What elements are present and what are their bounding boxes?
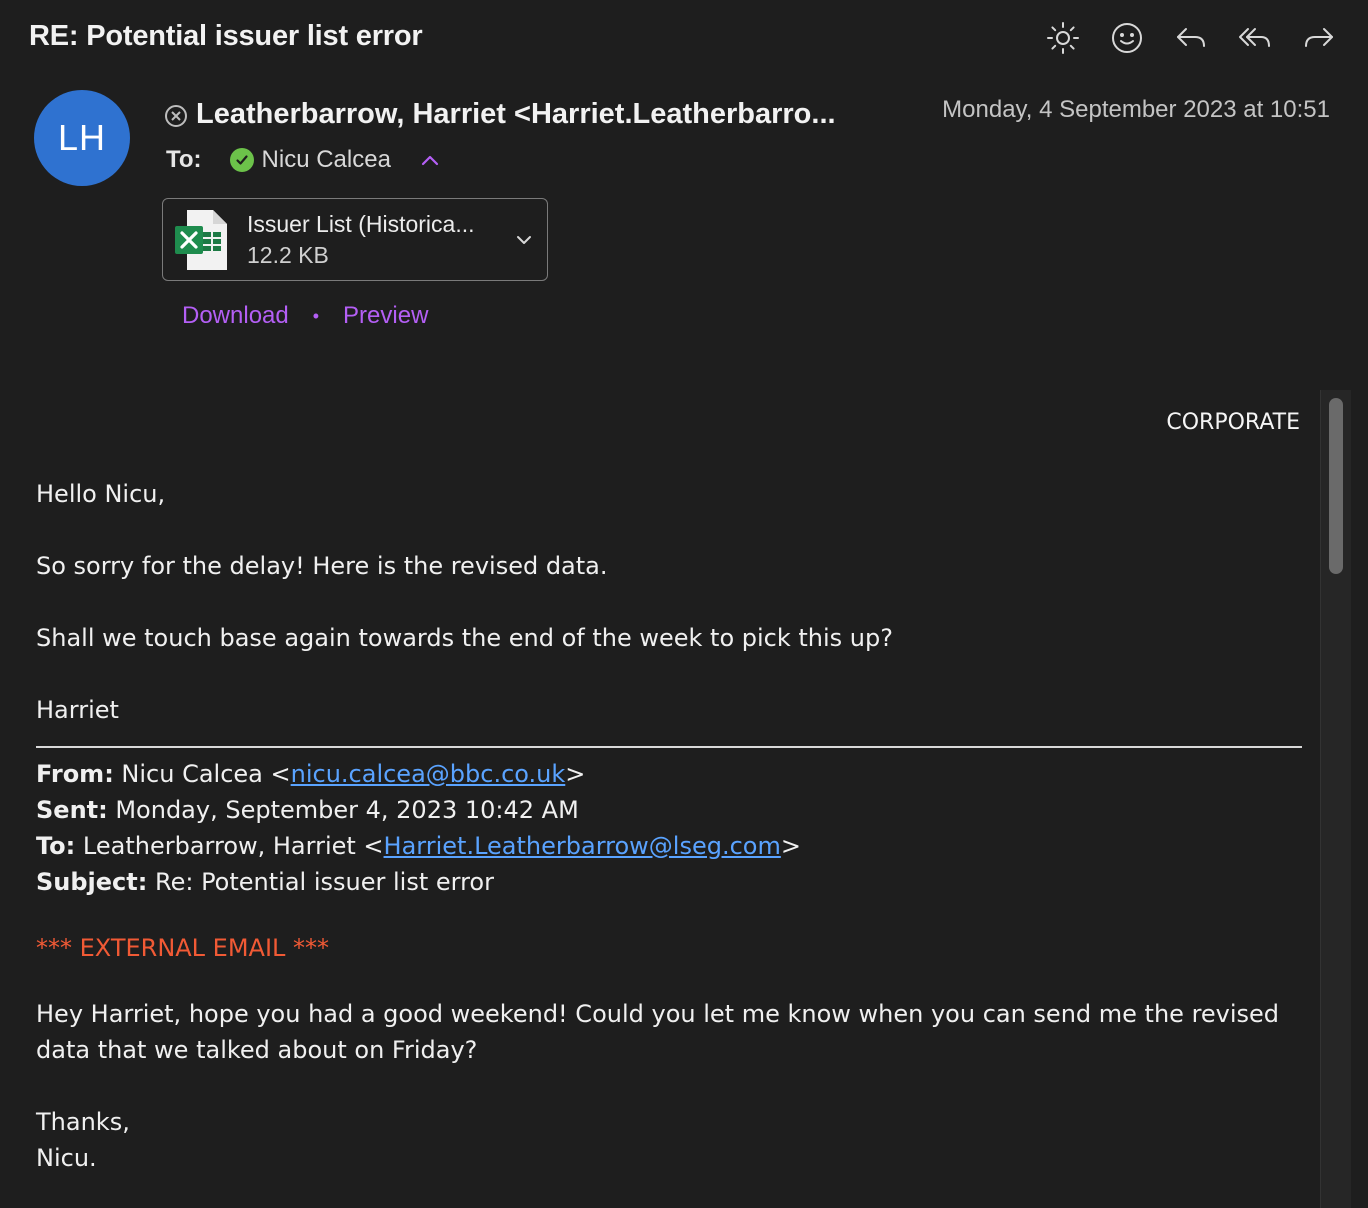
sender-name[interactable]: Leatherbarrow, Harriet <Harriet.Leatherb… (196, 98, 836, 131)
to-email-link[interactable]: Harriet.Leatherbarrow@lseg.com (384, 832, 781, 860)
attachment-size: 12.2 KB (247, 241, 329, 268)
chevron-down-icon[interactable] (513, 229, 535, 251)
attachment-card[interactable]: Issuer List (Historica... 12.2 KB (162, 198, 548, 281)
greeting: Hello Nicu, (36, 480, 166, 508)
from-email-link[interactable]: nicu.calcea@bbc.co.uk (291, 760, 566, 788)
signoff: Harriet (36, 696, 119, 724)
excel-file-icon (173, 208, 229, 272)
quoted-from: From: Nicu Calcea <nicu.calcea@bbc.co.uk… (36, 760, 586, 788)
external-email-warning: *** EXTERNAL EMAIL *** (36, 934, 330, 962)
body-line-2: Shall we touch base again towards the en… (36, 624, 893, 652)
quote-divider (36, 746, 1302, 748)
reply-all-icon[interactable] (1236, 18, 1274, 58)
forward-icon[interactable] (1300, 18, 1338, 58)
quoted-message: Hey Harriet, hope you had a good weekend… (36, 1000, 1280, 1064)
sender-row: Leatherbarrow, Harriet <Harriet.Leatherb… (164, 98, 836, 131)
close-circle-icon[interactable] (164, 104, 188, 128)
message-date: Monday, 4 September 2023 at 10:51 (942, 96, 1330, 123)
separator-dot: • (312, 305, 320, 326)
quoted-subject: Subject: Re: Potential issuer list error (36, 868, 494, 896)
smiley-icon[interactable] (1108, 18, 1146, 58)
classification-label: CORPORATE (1166, 410, 1300, 435)
check-circle-icon (229, 148, 254, 172)
recipient-name[interactable]: Nicu Calcea (262, 146, 391, 174)
avatar[interactable]: LH (34, 90, 130, 186)
email-subject: RE: Potential issuer list error (29, 20, 423, 52)
scrollbar[interactable] (1320, 390, 1351, 1208)
attachment-actions: Download • Preview (182, 302, 428, 330)
preview-link[interactable]: Preview (343, 302, 428, 330)
message-body: CORPORATE Hello Nicu, So sorry for the d… (0, 390, 1320, 1208)
body-line-1: So sorry for the delay! Here is the revi… (36, 552, 608, 580)
quoted-header: From: Nicu Calcea <nicu.calcea@bbc.co.uk… (36, 756, 1302, 900)
attachment-name: Issuer List (Historica... (247, 210, 475, 237)
scrollbar-thumb[interactable] (1329, 398, 1343, 574)
toolbar (1044, 18, 1338, 58)
quoted-to: To: Leatherbarrow, Harriet <Harriet.Leat… (36, 832, 801, 860)
reply-icon[interactable] (1172, 18, 1210, 58)
quoted-sent: Sent: Monday, September 4, 2023 10:42 AM (36, 796, 579, 824)
to-label: To: (166, 146, 202, 173)
quoted-name: Nicu. (36, 1144, 97, 1172)
chevron-up-icon[interactable] (419, 149, 441, 171)
recipients-row: To: Nicu Calcea (166, 146, 441, 174)
quoted-thanks: Thanks, (36, 1108, 130, 1136)
download-link[interactable]: Download (182, 302, 289, 330)
sun-icon[interactable] (1044, 18, 1082, 58)
